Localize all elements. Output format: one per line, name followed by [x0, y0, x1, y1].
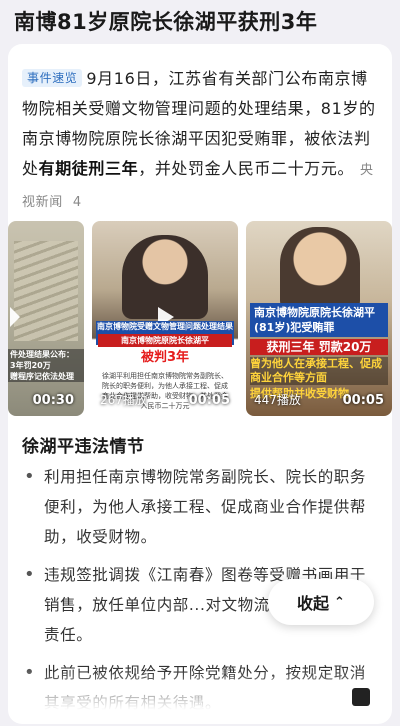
video-caption: 件处理结果公布： 3年罚20万 赠程序记依法处理: [8, 349, 84, 382]
video-thumbnail-3[interactable]: 南京博物院原院长徐湖平(81岁)犯受贿罪 获刑三年 罚款20万 曾为他人在承接工…: [246, 221, 392, 416]
video-yellow-line: 曾为他人在承接工程、促成商业合作等方面: [250, 357, 388, 385]
video-plays: 267播放: [100, 393, 147, 407]
collapse-button[interactable]: 收起 ⌃: [268, 579, 374, 625]
portrait-image: [280, 227, 360, 311]
collapse-label: 收起: [297, 594, 330, 613]
video-plays: 447播放: [254, 393, 301, 407]
reference-count[interactable]: 4: [73, 195, 82, 210]
video-thumbnail-1[interactable]: 件处理结果公布： 3年罚20万 赠程序记依法处理 00:30: [8, 221, 84, 416]
caption-line: 赠程序记依法处理: [10, 372, 74, 381]
corner-icon[interactable]: [352, 688, 370, 706]
chevron-up-icon: ⌃: [334, 594, 345, 610]
video-duration: 00:05: [188, 393, 230, 408]
summary-text-end: ，并处罚金人民币二十万元。: [138, 159, 355, 178]
event-badge: 事件速览: [22, 69, 83, 87]
video-banner: 南京博物院原院长徐湖平(81岁)犯受贿罪: [250, 303, 388, 337]
headline: 南博81岁原院长徐湖平获刑3年: [14, 10, 318, 34]
event-summary: 事件速览 9月16日，江苏省有关部门公布南京博物院相关受赠文物管理问题的处理结果，…: [22, 64, 384, 218]
section-title: 徐湖平违法情节: [22, 437, 145, 457]
video-thumbnail-2[interactable]: 南京博物院受赠文物管理问题处理结果公布 南京博物院原院长徐湖平 被判3年 徐湖平…: [92, 221, 238, 416]
painting-image: [14, 241, 78, 341]
video-duration: 00:30: [32, 393, 74, 408]
video-red-big: 被判3年: [140, 350, 190, 365]
video-red-line: 南京博物院原院长徐湖平: [98, 334, 232, 347]
list-item: 利用担任南京博物院常务副院长、院长的职务便利，为他人承接工程、促成商业合作提供帮…: [22, 462, 382, 552]
play-icon: [10, 307, 20, 327]
summary-bold: 有期徒刑三年: [38, 159, 139, 178]
caption-line: 3年罚20万: [10, 361, 51, 370]
caption-line: 件处理结果公布：: [10, 350, 74, 359]
bottom-fade: [8, 670, 392, 710]
video-duration: 00:05: [342, 393, 384, 408]
video-red-line: 获刑三年 罚款20万: [250, 339, 388, 355]
